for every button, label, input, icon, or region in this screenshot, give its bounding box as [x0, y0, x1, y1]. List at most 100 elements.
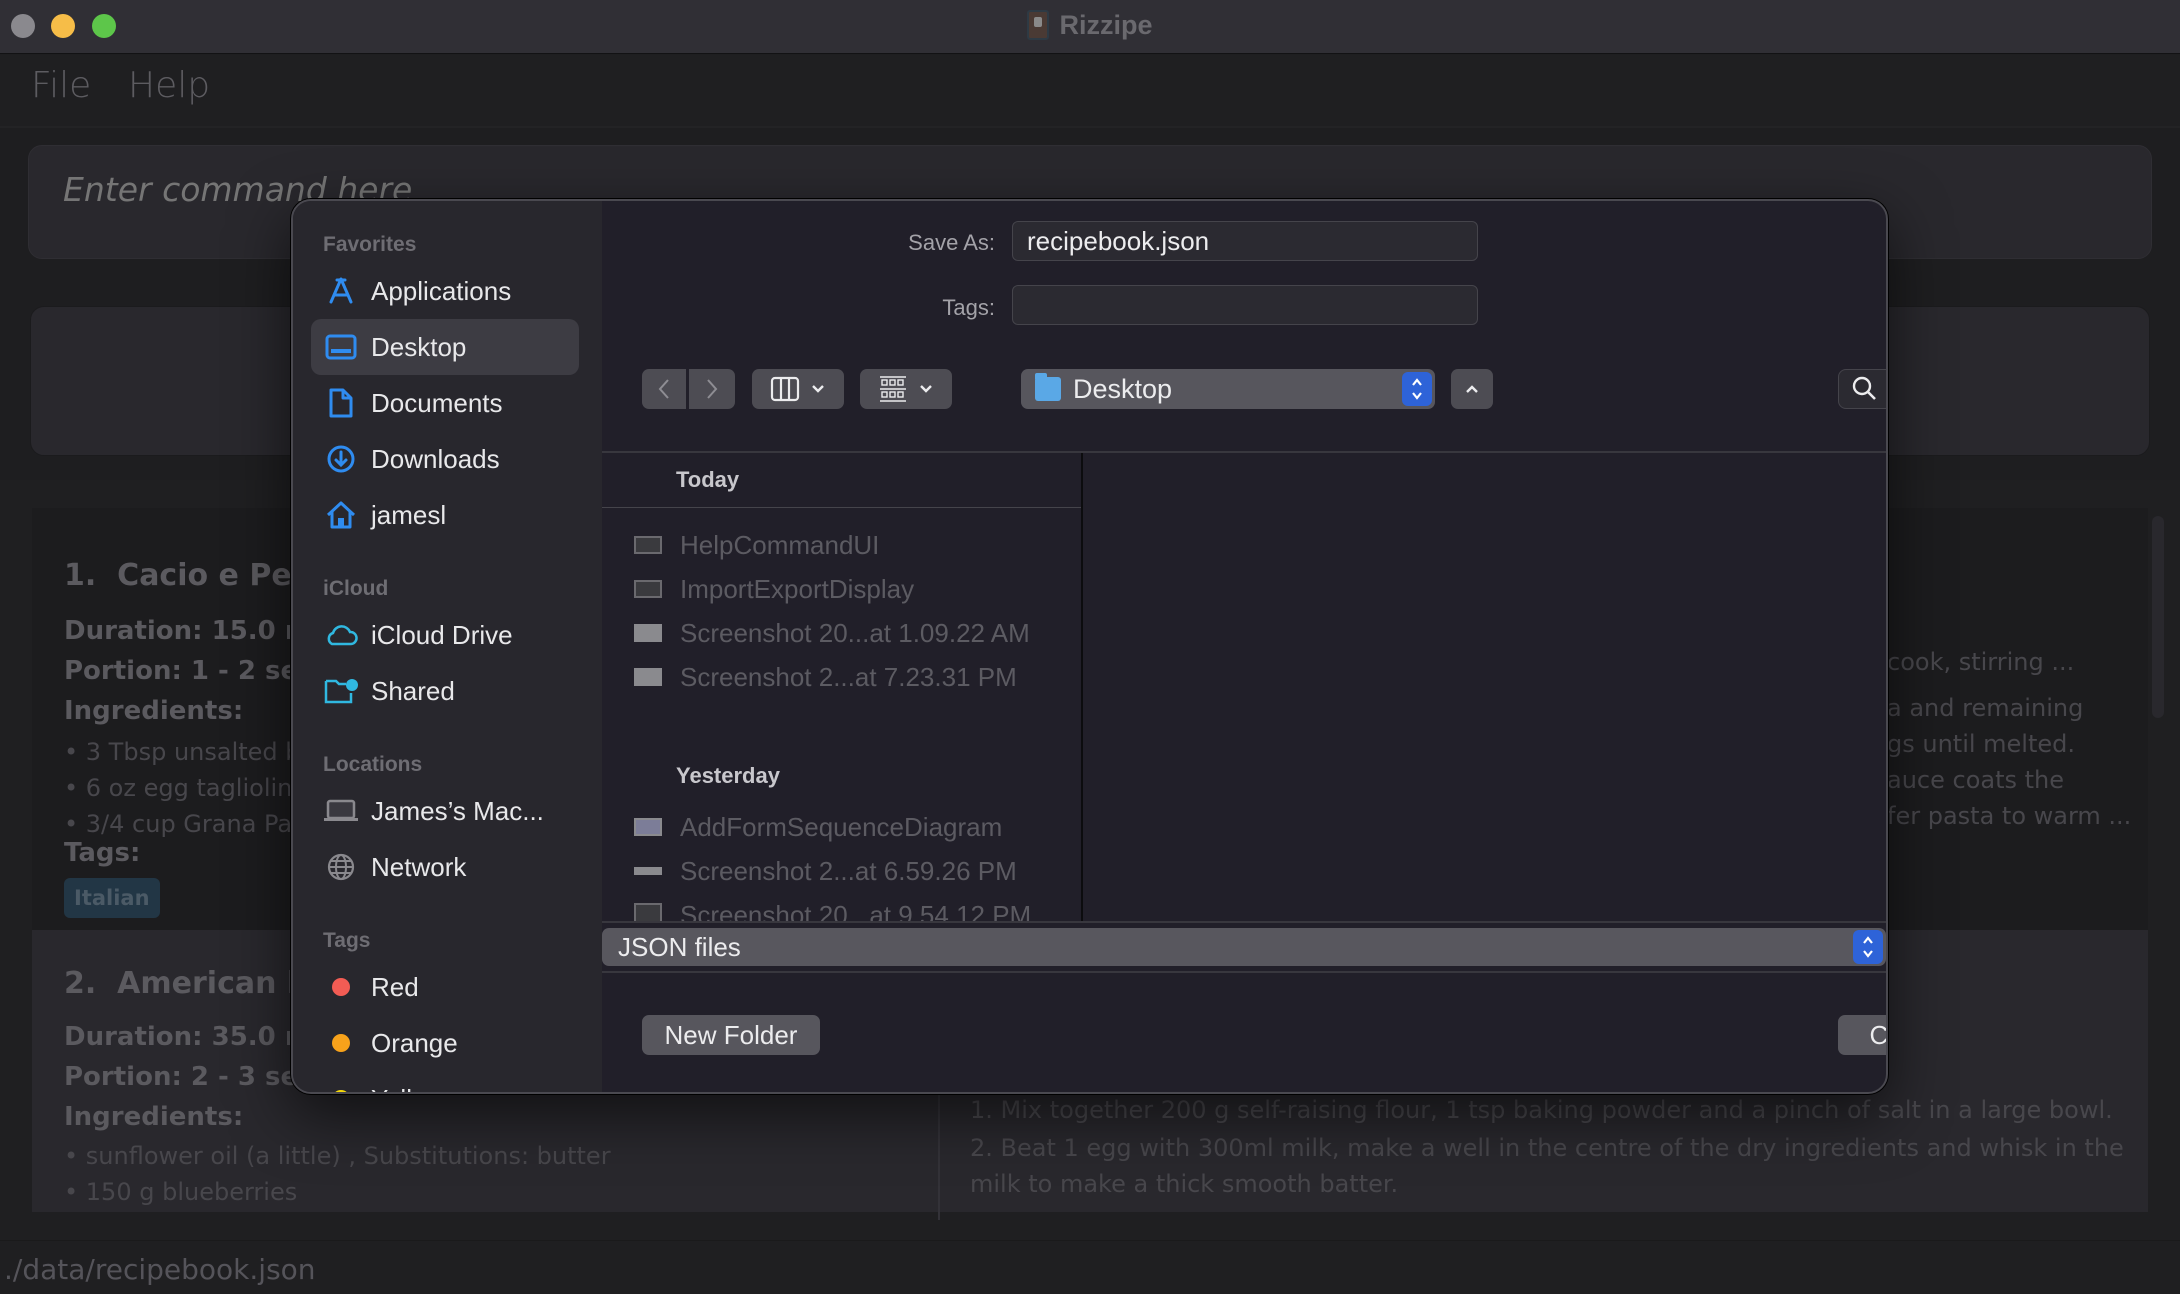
- group-separator: [602, 507, 1081, 508]
- sidebar-item-tag-red[interactable]: Red: [311, 959, 579, 1015]
- location-popup[interactable]: Desktop: [1021, 369, 1435, 409]
- file-item[interactable]: Screenshot 20...at 9.54.12 PM: [634, 895, 1031, 921]
- file-item[interactable]: HelpCommandUI: [634, 525, 879, 565]
- dialog-main: Save As: Tags: Desktop: [602, 201, 1886, 1092]
- sidebar-item-tag-yellow[interactable]: Yellow: [311, 1071, 579, 1093]
- file-item[interactable]: AddFormSequenceDiagram: [634, 807, 1002, 847]
- folder-icon: [1035, 373, 1061, 401]
- tag-dot-icon: [323, 969, 359, 1005]
- sidebar-item-label: Orange: [371, 1027, 458, 1058]
- step-text: 1. Mix together 200 g self-raising flour…: [970, 1096, 2113, 1124]
- sidebar-item-label: Desktop: [371, 331, 467, 362]
- popup-stepper-icon: [1853, 930, 1883, 964]
- chevron-up-icon: [1466, 385, 1478, 393]
- file-item[interactable]: Screenshot 2...at 7.23.31 PM: [634, 657, 1017, 697]
- popup-stepper-icon: [1402, 372, 1432, 406]
- sidebar-item-mac[interactable]: James’s Mac...: [311, 783, 579, 839]
- sidebar-item-desktop[interactable]: Desktop: [311, 319, 579, 375]
- step-text: a and remaining: [1887, 694, 2084, 722]
- recipe-title: 2. American bl: [64, 966, 319, 1001]
- ingredients-label: Ingredients:: [64, 1102, 244, 1132]
- save-as-field[interactable]: [1012, 221, 1478, 261]
- recipe-name: American bl: [117, 966, 319, 1001]
- file-item[interactable]: Screenshot 2...at 6.59.26 PM: [634, 851, 1017, 891]
- file-column[interactable]: Today HelpCommandUI ImportExportDisplay …: [602, 453, 1081, 921]
- recipe-portion: Portion: 2 - 3 serv: [64, 1062, 328, 1092]
- sidebar-item-label: iCloud Drive: [371, 619, 513, 650]
- tags-input[interactable]: [1013, 286, 1477, 324]
- sidebar-section-icloud: iCloud: [323, 577, 389, 600]
- sidebar-item-shared[interactable]: Shared: [311, 663, 579, 719]
- window-title-text: Rizzipe: [1059, 10, 1153, 40]
- search-field[interactable]: [1838, 369, 1886, 409]
- step-text: gs until melted.: [1887, 730, 2076, 758]
- sidebar-item-label: Documents: [371, 387, 503, 418]
- save-as-label: Save As:: [908, 230, 995, 255]
- file-thumbnail-icon: [634, 668, 662, 686]
- sidebar-item-label: Yellow: [371, 1084, 445, 1093]
- file-thumbnail-icon: [634, 903, 662, 921]
- file-thumbnail-icon: [634, 818, 662, 836]
- recipe-duration: Duration: 15.0 mi: [64, 616, 321, 646]
- globe-icon: [323, 849, 359, 885]
- file-name: ImportExportDisplay: [680, 573, 915, 604]
- file-name: AddFormSequenceDiagram: [680, 811, 1003, 842]
- ingredient-item: • 3 Tbsp unsalted b: [64, 738, 301, 766]
- tag-chip: Italian: [64, 878, 160, 918]
- step-text: cook, stirring ...: [1887, 648, 2075, 676]
- document-icon: [323, 385, 359, 421]
- sidebar-item-label: Downloads: [371, 443, 500, 474]
- applications-icon: [323, 273, 359, 309]
- recipe-index: 2.: [64, 966, 97, 1001]
- sidebar-item-label: James’s Mac...: [371, 795, 544, 826]
- chevron-left-icon: [658, 379, 669, 399]
- sidebar-item-icloud-drive[interactable]: iCloud Drive: [311, 607, 579, 663]
- save-as-input[interactable]: [1013, 222, 1477, 260]
- sidebar-section-favorites: Favorites: [323, 233, 417, 256]
- recipe-index: 1.: [64, 558, 97, 593]
- sidebar-item-downloads[interactable]: Downloads: [311, 431, 579, 487]
- recipe-duration: Duration: 35.0 mi: [64, 1022, 321, 1052]
- file-name: HelpCommandUI: [680, 529, 880, 560]
- dialog-sidebar: Favorites Applications Desktop Documents…: [293, 201, 602, 1092]
- file-format-popup[interactable]: JSON files: [602, 928, 1886, 966]
- tags-field[interactable]: [1012, 285, 1478, 325]
- sidebar-item-applications[interactable]: Applications: [311, 263, 579, 319]
- file-name: Screenshot 20...at 9.54.12 PM: [680, 899, 1032, 922]
- file-name: Screenshot 20...at 1.09.22 AM: [680, 617, 1030, 648]
- recipe-book-icon: [1027, 10, 1050, 40]
- cancel-button[interactable]: Cancel: [1838, 1015, 1886, 1055]
- group-header-yesterday: Yesterday: [676, 763, 780, 788]
- menu-help[interactable]: Help: [128, 65, 210, 106]
- sidebar-item-network[interactable]: Network: [311, 839, 579, 895]
- list-scrollbar[interactable]: [2152, 516, 2164, 718]
- sidebar-item-label: Red: [371, 971, 419, 1002]
- forward-button[interactable]: [689, 369, 735, 409]
- sidebar-item-tag-orange[interactable]: Orange: [311, 1015, 579, 1071]
- file-name: Screenshot 2...at 6.59.26 PM: [680, 855, 1017, 886]
- column-divider[interactable]: [1081, 453, 1083, 921]
- file-thumbnail-icon: [634, 867, 662, 875]
- ingredient-item: • 150 g blueberries: [64, 1178, 298, 1206]
- sidebar-item-documents[interactable]: Documents: [311, 375, 579, 431]
- back-button[interactable]: [642, 369, 686, 409]
- sidebar-item-label: Shared: [371, 675, 455, 706]
- file-item[interactable]: Screenshot 20...at 1.09.22 AM: [634, 613, 1030, 653]
- file-format-label: JSON files: [618, 931, 741, 962]
- chevron-down-icon: [920, 385, 932, 393]
- group-by-button[interactable]: [860, 369, 952, 409]
- sidebar-item-home[interactable]: jamesl: [311, 487, 579, 543]
- tag-dot-icon: [323, 1025, 359, 1061]
- sidebar-item-label: jamesl: [371, 499, 447, 530]
- sidebar-item-label: Applications: [371, 275, 512, 306]
- collapse-button[interactable]: [1451, 369, 1493, 409]
- view-mode-button[interactable]: [752, 369, 844, 409]
- grid-view-icon: [880, 376, 906, 402]
- columns-view-icon: [770, 376, 800, 402]
- file-item[interactable]: ImportExportDisplay: [634, 569, 914, 609]
- menu-file[interactable]: File: [31, 65, 91, 106]
- column-divider: [938, 1090, 940, 1220]
- new-folder-button[interactable]: New Folder: [642, 1015, 820, 1055]
- step-text: milk to make a thick smooth batter.: [970, 1170, 1399, 1198]
- shared-folder-icon: [323, 673, 359, 709]
